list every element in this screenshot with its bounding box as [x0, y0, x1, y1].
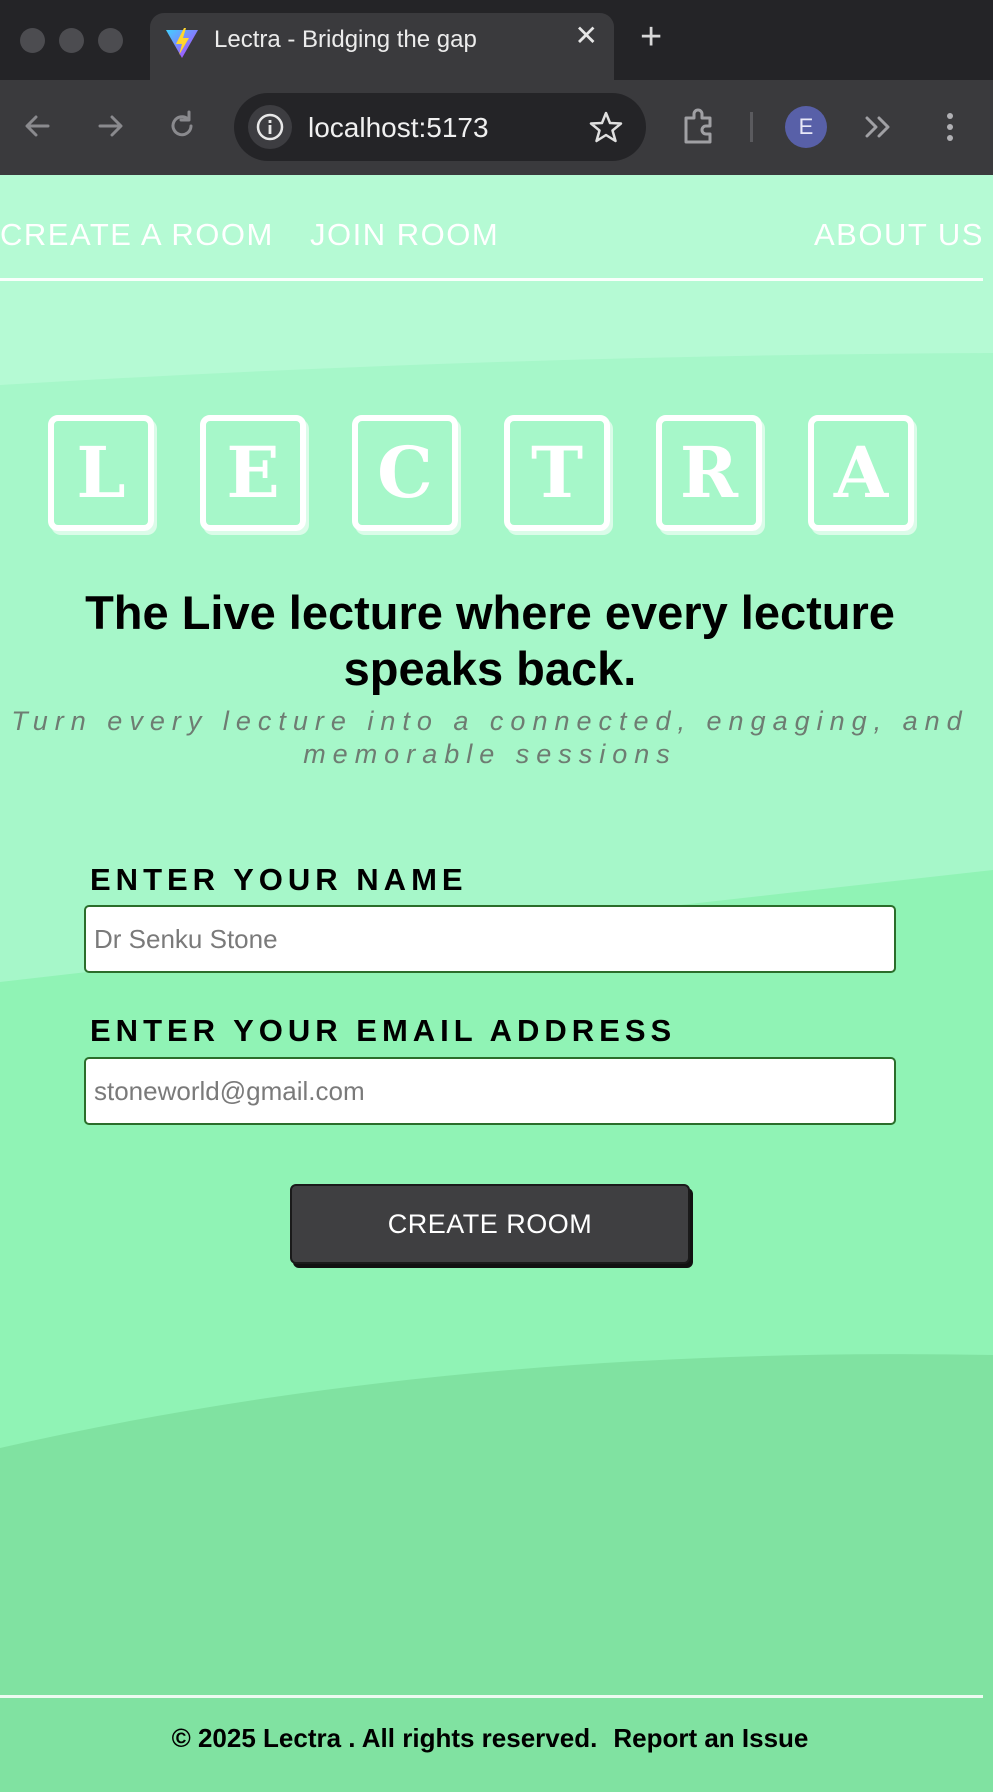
site-info-icon[interactable]	[248, 105, 292, 149]
logo-letter-tile: A	[808, 415, 914, 531]
nav-create-room[interactable]: CREATE A ROOM	[0, 217, 274, 253]
logo-letter: L	[76, 431, 126, 514]
profile-avatar[interactable]: E	[785, 106, 827, 148]
logo-letter: T	[530, 431, 584, 514]
window-zoom-dot[interactable]	[98, 28, 123, 53]
name-input[interactable]	[84, 905, 896, 973]
browser-tab-bar: Lectra - Bridging the gap ✕ +	[0, 0, 993, 82]
window-minimize-dot[interactable]	[59, 28, 84, 53]
footer-divider	[0, 1695, 983, 1698]
tab-title: Lectra - Bridging the gap	[214, 26, 477, 53]
logo-letter-tile: C	[352, 415, 458, 531]
footer: © 2025 Lectra . All rights reserved. Repo…	[0, 1723, 980, 1754]
logo-letter: C	[377, 431, 433, 514]
bookmark-star-icon[interactable]	[588, 109, 624, 145]
address-bar[interactable]: localhost:5173	[234, 93, 646, 161]
page-content: CREATE A ROOM JOIN ROOM ABOUT US L E C T…	[0, 175, 993, 1792]
nav-divider	[0, 278, 983, 281]
nav-about-us[interactable]: ABOUT US	[814, 217, 984, 253]
create-room-button[interactable]: CREATE ROOM	[290, 1184, 690, 1264]
logo-letter-tile: L	[48, 415, 154, 531]
logo-letter-tile: T	[504, 415, 610, 531]
vite-logo-icon	[166, 28, 198, 58]
window-close-dot[interactable]	[20, 28, 45, 53]
toolbar-separator	[750, 112, 753, 142]
hero-subline: Turn every lecture into a connected, eng…	[11, 706, 969, 769]
new-tab-plus-icon[interactable]: +	[640, 18, 662, 56]
browser-toolbar: localhost:5173 E	[0, 80, 993, 175]
report-issue-link[interactable]: Report an Issue	[613, 1723, 808, 1753]
url-text: localhost:5173	[308, 112, 489, 143]
logo-letter: A	[833, 431, 889, 514]
lectra-logo: L E C T R A	[0, 415, 993, 533]
hero-headline: The Live lecture where every lecture spe…	[85, 586, 895, 695]
logo-letter-tile: E	[200, 415, 306, 531]
extensions-puzzle-icon[interactable]	[678, 104, 722, 148]
email-label: ENTER YOUR EMAIL ADDRESS	[90, 1013, 677, 1048]
name-label: ENTER YOUR NAME	[90, 862, 468, 897]
chevron-double-right-icon[interactable]	[862, 108, 896, 146]
forward-arrow-icon[interactable]	[90, 106, 130, 146]
nav-join-room[interactable]: JOIN ROOM	[310, 217, 499, 253]
logo-letter: R	[679, 431, 739, 514]
logo-letter-tile: R	[656, 415, 762, 531]
browser-tab[interactable]: Lectra - Bridging the gap ✕	[150, 13, 614, 82]
reload-icon[interactable]	[162, 106, 202, 146]
tab-close-icon[interactable]: ✕	[575, 22, 598, 50]
logo-letter: E	[226, 431, 280, 514]
email-input[interactable]	[84, 1057, 896, 1125]
back-arrow-icon[interactable]	[18, 106, 58, 146]
copyright-text: © 2025 Lectra . All rights reserved.	[171, 1723, 598, 1753]
top-nav: CREATE A ROOM JOIN ROOM ABOUT US	[0, 175, 993, 281]
kebab-menu-icon[interactable]	[940, 108, 960, 146]
